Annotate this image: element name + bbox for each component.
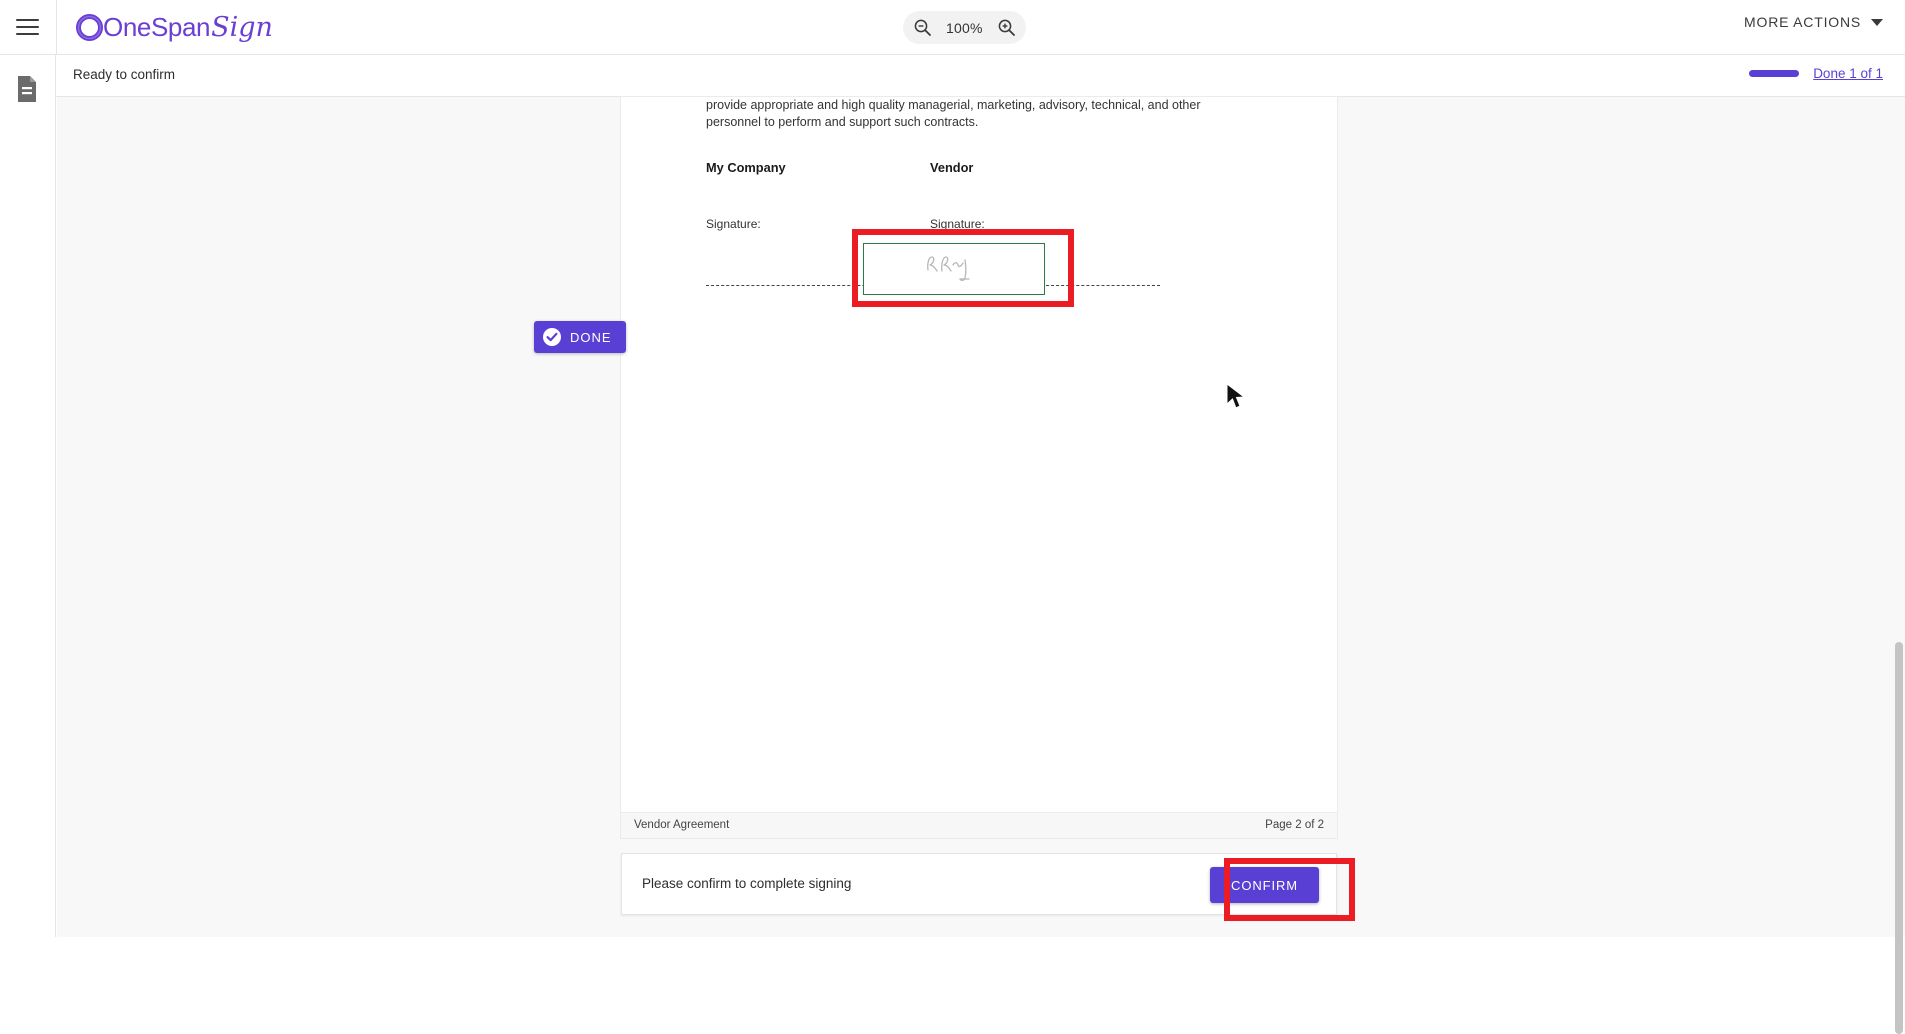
signing-status-text: Ready to confirm [73, 67, 176, 82]
viewer-scrollbar-thumb[interactable] [1895, 642, 1903, 1034]
document-page: provide appropriate and high quality man… [621, 97, 1337, 838]
chevron-down-icon [1871, 18, 1883, 26]
done-badge-label: DONE [570, 329, 612, 345]
confirm-action-bar: Please confirm to complete signing CONFI… [621, 853, 1337, 915]
progress-bar-fill [1749, 70, 1800, 77]
check-circle-icon [543, 328, 561, 346]
zoom-out-icon[interactable] [913, 18, 932, 37]
document-page-icon[interactable] [15, 75, 39, 103]
signature-label-vendor: Signature: [930, 217, 985, 231]
header-divider [56, 0, 57, 55]
document-page-footer: Vendor Agreement Page 2 of 2 [621, 812, 1337, 838]
more-actions-label: MORE ACTIONS [1744, 14, 1861, 30]
signature-label-my-company: Signature: [706, 217, 761, 231]
vendor-signature-field[interactable] [863, 243, 1045, 295]
left-sidebar-rail [0, 55, 56, 937]
confirm-message: Please confirm to complete signing [642, 876, 852, 891]
more-actions-menu[interactable]: MORE ACTIONS [1744, 14, 1883, 30]
completion-progress-group: Done 1 of 1 [1749, 66, 1883, 81]
document-title-footer: Vendor Agreement [634, 819, 730, 831]
logo-brand-name: OneSpan [103, 11, 211, 42]
zoom-level-label: 100% [946, 19, 983, 36]
confirm-button[interactable]: CONFIRM [1210, 867, 1319, 903]
onespan-sign-logo: OneSpan Sign [76, 8, 273, 46]
hamburger-line [16, 19, 39, 21]
signature-done-badge[interactable]: DONE [534, 321, 626, 353]
top-header-bar: OneSpan Sign 100% MORE ACTIONS [0, 0, 1905, 55]
page-number-footer: Page 2 of 2 [1265, 819, 1324, 831]
status-bar: Ready to confirm Done 1 of 1 [0, 55, 1905, 97]
zoom-control-group: 100% [903, 11, 1026, 44]
done-count-link[interactable]: Done 1 of 1 [1813, 66, 1883, 81]
column-heading-vendor: Vendor [930, 160, 974, 175]
document-viewer-area: provide appropriate and high quality man… [57, 97, 1905, 937]
logo-brand-script: Sign [211, 11, 273, 43]
signature-ink-mark [927, 256, 970, 282]
viewer-scrollbar-track[interactable] [1892, 97, 1905, 1034]
document-paragraph: provide appropriate and high quality man… [706, 98, 1201, 129]
hamburger-line [16, 33, 39, 35]
progress-bar-track [1749, 70, 1800, 77]
column-heading-my-company: My Company [706, 160, 786, 175]
hamburger-menu-icon[interactable] [16, 14, 46, 40]
hamburger-line [16, 26, 39, 28]
onespan-ring-icon [76, 13, 103, 41]
zoom-in-icon[interactable] [997, 18, 1016, 37]
